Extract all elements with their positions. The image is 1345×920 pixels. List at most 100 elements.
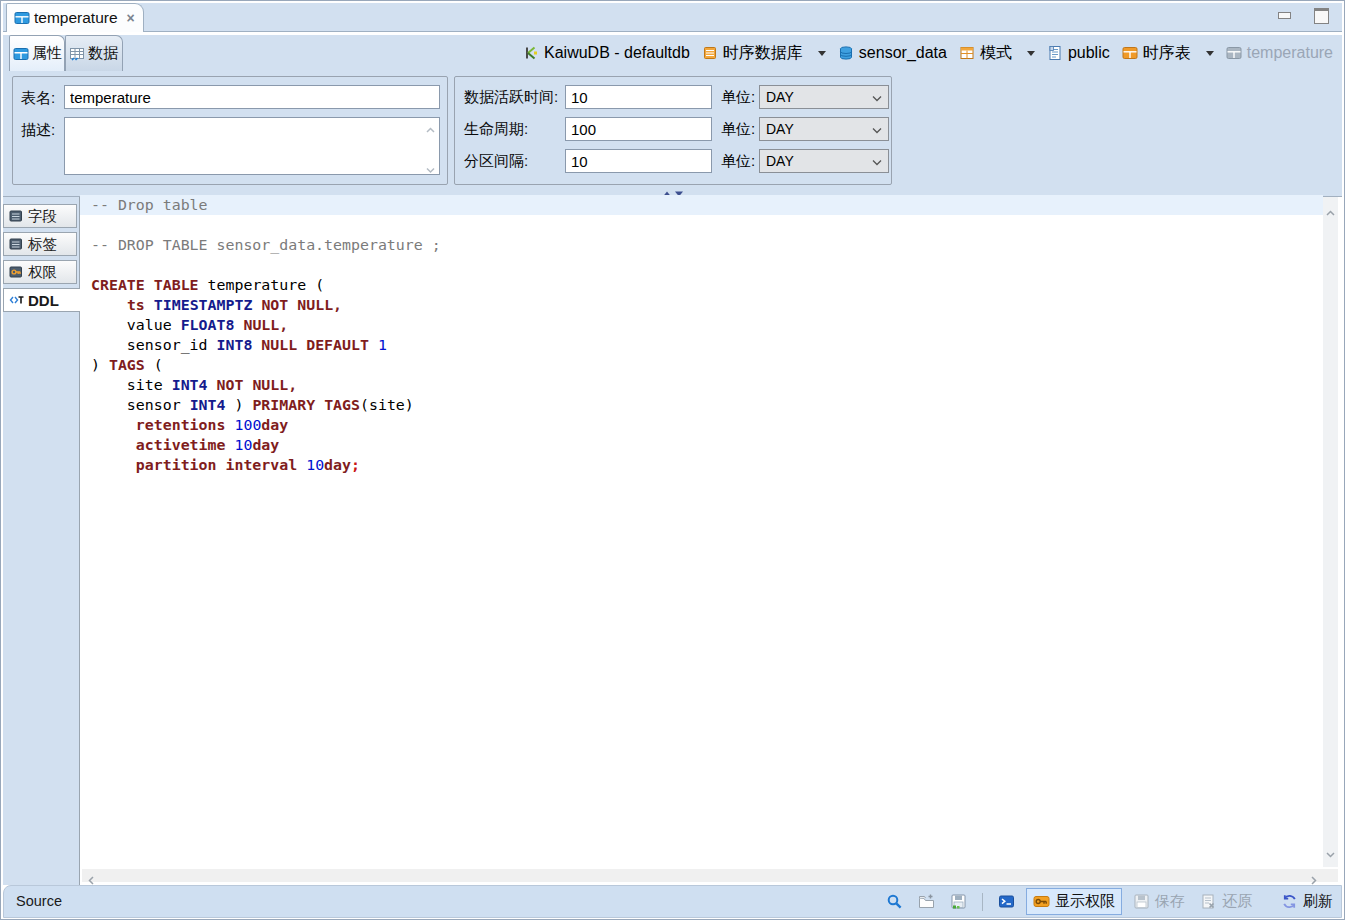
- statusbar-action[interactable]: [914, 890, 939, 913]
- close-icon[interactable]: ×: [127, 11, 135, 25]
- breadcrumb-item[interactable]: 模式: [959, 43, 1035, 64]
- minimize-icon[interactable]: [1278, 12, 1291, 19]
- console-icon: [998, 893, 1015, 910]
- scroll-up-icon[interactable]: [424, 121, 437, 131]
- sidebar-item[interactable]: 权限: [3, 260, 77, 284]
- form-row-input[interactable]: [565, 117, 712, 141]
- table-icon: [14, 10, 30, 26]
- permissions-icon: [8, 264, 24, 280]
- form-row-input[interactable]: [565, 85, 712, 109]
- ddl-code-editor[interactable]: -- Drop table-- DROP TABLE sensor_data.t…: [80, 197, 1344, 885]
- key-icon: [1033, 893, 1050, 910]
- chevron-down-icon: [872, 153, 882, 169]
- scroll-down-icon[interactable]: [1326, 844, 1335, 862]
- chevron-down-icon[interactable]: [1206, 51, 1214, 56]
- status-bar: Source: [3, 885, 1342, 918]
- statusbar-action[interactable]: 还原: [1196, 889, 1256, 914]
- code-line: [80, 255, 1323, 275]
- view-tab[interactable]: 属性: [9, 35, 65, 71]
- statusbar-action-label: 还原: [1222, 892, 1252, 911]
- fields-icon: [8, 208, 24, 224]
- code-line: sensor_id INT8 NULL DEFAULT 1: [80, 335, 1323, 355]
- save-gray-icon: [1133, 893, 1150, 910]
- data-grid-icon: [69, 46, 85, 62]
- scroll-up-icon[interactable]: [1326, 202, 1335, 220]
- table-name-label: 表名:: [21, 89, 55, 108]
- breadcrumb-label: 模式: [980, 43, 1012, 64]
- breadcrumb: KaiwuDB - defaultdb 时序数据库 sensor_data 模式…: [511, 35, 1344, 71]
- breadcrumb-label: sensor_data: [859, 44, 947, 62]
- statusbar-action[interactable]: [994, 890, 1019, 913]
- unit-select-value: DAY: [766, 153, 794, 169]
- unit-label: 单位:: [721, 117, 755, 141]
- editor-tab-bar: [3, 3, 1342, 32]
- code-line: CREATE TABLE temperature (: [80, 275, 1323, 295]
- statusbar-action[interactable]: 刷新: [1277, 889, 1337, 914]
- code-line: sensor INT4 ) PRIMARY TAGS(site): [80, 395, 1323, 415]
- breadcrumb-item[interactable]: KaiwuDB - defaultdb: [523, 44, 690, 62]
- sidebar-item-label: 标签: [28, 235, 57, 254]
- breadcrumb-item[interactable]: 时序数据库: [702, 43, 826, 64]
- breadcrumb-label: public: [1068, 44, 1110, 62]
- unit-select-value: DAY: [766, 121, 794, 137]
- ddl-icon: [8, 292, 24, 308]
- form-row: 生命周期: 单位: DAY: [455, 117, 891, 141]
- breadcrumb-label: 时序表: [1143, 43, 1191, 64]
- breadcrumb-label: temperature: [1247, 44, 1333, 62]
- chevron-down-icon[interactable]: [1027, 51, 1035, 56]
- sidebar-item[interactable]: 字段: [3, 204, 77, 228]
- table-gray-icon: [1226, 45, 1242, 61]
- breadcrumb-item[interactable]: public: [1047, 44, 1110, 62]
- breadcrumb-label: KaiwuDB - defaultdb: [544, 44, 690, 62]
- maximize-icon[interactable]: [1314, 8, 1329, 24]
- separator: [982, 893, 983, 911]
- page-icon: [1047, 45, 1063, 61]
- code-line: site INT4 NOT NULL,: [80, 375, 1323, 395]
- breadcrumb-item[interactable]: temperature: [1226, 44, 1333, 62]
- table-blue-icon: [13, 46, 29, 62]
- search-icon: [886, 893, 903, 910]
- code-line: activetime 10day: [80, 435, 1323, 455]
- unit-select[interactable]: DAY: [759, 85, 889, 109]
- code-line: -- Drop table: [80, 195, 1323, 215]
- form-row-label: 生命周期:: [464, 117, 528, 141]
- statusbar-action[interactable]: [946, 890, 971, 913]
- unit-select[interactable]: DAY: [759, 149, 889, 173]
- save-file-icon: [950, 893, 967, 910]
- kaiwudb-logo: [523, 45, 539, 61]
- code-line: retentions 100day: [80, 415, 1323, 435]
- retention-group: 数据活跃时间: 单位: DAY 生命周期: 单位: DAY: [454, 76, 892, 185]
- sidebar-item-label: DDL: [28, 292, 59, 309]
- tags-icon: [8, 236, 24, 252]
- new-folder-icon: [918, 893, 935, 910]
- table-name-input[interactable]: [64, 85, 440, 109]
- editor-tab-label: temperature: [34, 9, 118, 27]
- sidebar-item[interactable]: DDL: [3, 288, 80, 312]
- statusbar-action[interactable]: [978, 890, 987, 914]
- statusbar-action[interactable]: [882, 890, 907, 913]
- schema-icon: [959, 45, 975, 61]
- chevron-down-icon[interactable]: [818, 51, 826, 56]
- sidebar-item-label: 字段: [28, 207, 57, 226]
- statusbar-action[interactable]: 保存: [1129, 889, 1189, 914]
- horizontal-scrollbar[interactable]: [82, 869, 1323, 882]
- statusbar-action[interactable]: 显示权限: [1026, 888, 1122, 915]
- scroll-down-icon[interactable]: [424, 161, 437, 171]
- table-info-group: 表名: 描述:: [12, 76, 448, 185]
- breadcrumb-item[interactable]: 时序表: [1122, 43, 1214, 64]
- description-label: 描述:: [21, 121, 55, 140]
- description-textarea[interactable]: [64, 117, 440, 175]
- table-orange-icon: [1122, 45, 1138, 61]
- scrollbar-corner: [1323, 869, 1338, 882]
- view-tab[interactable]: 数据: [65, 35, 123, 71]
- vertical-scrollbar[interactable]: [1323, 197, 1338, 867]
- code-line: ) TAGS (: [80, 355, 1323, 375]
- source-tab-label[interactable]: Source: [16, 886, 62, 917]
- form-row-label: 数据活跃时间:: [464, 85, 558, 109]
- sidebar-item[interactable]: 标签: [3, 232, 77, 256]
- unit-select[interactable]: DAY: [759, 117, 889, 141]
- breadcrumb-item[interactable]: sensor_data: [838, 44, 947, 62]
- editor-tab-temperature[interactable]: temperature ×: [6, 3, 144, 32]
- revert-icon: [1200, 893, 1217, 910]
- form-row-input[interactable]: [565, 149, 712, 173]
